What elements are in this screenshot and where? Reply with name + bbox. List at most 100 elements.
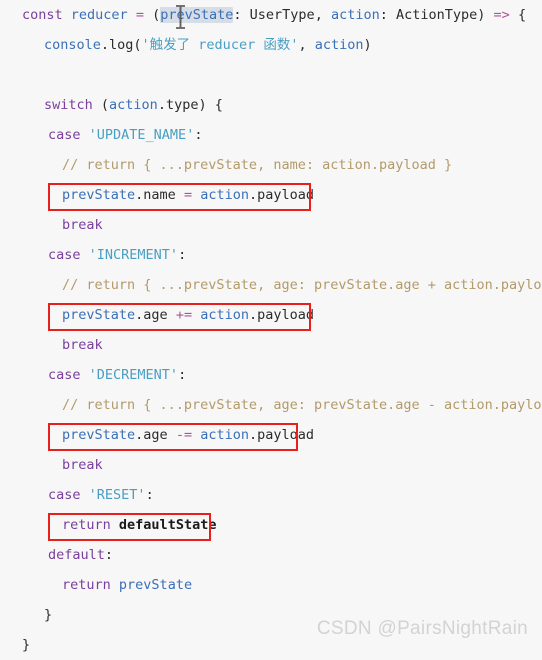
code-token: => bbox=[493, 7, 510, 23]
code-token: } bbox=[22, 637, 31, 653]
code-token: case bbox=[48, 127, 81, 143]
code-token: defaultState bbox=[118, 517, 217, 533]
code-token: prevState bbox=[62, 307, 136, 323]
code-token: : bbox=[104, 547, 114, 563]
code-editor-pane[interactable]: const reducer = (prevState: UserType, ac… bbox=[0, 0, 542, 658]
code-token: : bbox=[194, 127, 203, 143]
code-token: case bbox=[48, 247, 81, 263]
code-line[interactable]: // return { ...prevState, age: prevState… bbox=[0, 390, 542, 420]
code-token: break bbox=[62, 337, 103, 353]
code-token: ) bbox=[363, 37, 372, 53]
code-token: action bbox=[200, 427, 249, 443]
code-line[interactable]: return prevState bbox=[0, 570, 542, 600]
code-token: : bbox=[233, 7, 250, 23]
code-token: 'UPDATE_NAME' bbox=[88, 127, 195, 143]
code-token: return bbox=[62, 517, 111, 533]
code-token: // return { ...prevState, name: action.p… bbox=[62, 157, 453, 173]
code-token: : bbox=[145, 487, 154, 503]
code-token: prevState bbox=[62, 187, 136, 203]
code-line[interactable]: case 'INCREMENT': bbox=[0, 240, 542, 270]
code-line[interactable]: default: bbox=[0, 540, 542, 570]
code-token: 'INCREMENT' bbox=[88, 247, 179, 263]
code-token: .age bbox=[135, 427, 168, 443]
code-token: action bbox=[330, 7, 380, 23]
code-token: .name bbox=[135, 187, 176, 203]
code-token: ) { bbox=[198, 97, 223, 113]
code-token: -= bbox=[175, 427, 193, 443]
code-token: } bbox=[44, 607, 53, 623]
code-line[interactable]: case 'RESET': bbox=[0, 480, 542, 510]
code-token: .log( bbox=[100, 37, 142, 53]
code-token: case bbox=[48, 487, 81, 503]
code-token: = bbox=[135, 7, 144, 23]
code-token: = bbox=[183, 187, 193, 203]
code-token: // return { ...prevState, age: prevState… bbox=[62, 277, 542, 293]
code-line[interactable]: break bbox=[0, 330, 542, 360]
code-line[interactable]: prevState.name = action.payload bbox=[0, 180, 542, 210]
code-token: break bbox=[62, 217, 103, 233]
code-token: default bbox=[48, 547, 105, 563]
code-line[interactable]: // return { ...prevState, name: action.p… bbox=[0, 150, 542, 180]
code-line[interactable]: switch (action.type) { bbox=[0, 90, 542, 120]
code-token: 'RESET' bbox=[88, 487, 146, 503]
code-line[interactable]: prevState.age -= action.payload bbox=[0, 420, 542, 450]
code-token: reducer bbox=[70, 7, 128, 23]
code-token: : bbox=[379, 7, 396, 23]
code-token: , bbox=[314, 7, 331, 23]
code-line[interactable]: prevState.age += action.payload bbox=[0, 300, 542, 330]
code-line[interactable]: console.log('触发了 reducer 函数', action) bbox=[0, 30, 542, 60]
code-line[interactable]: return defaultState bbox=[0, 510, 542, 540]
code-token: prevState bbox=[160, 7, 234, 23]
code-line[interactable]: break bbox=[0, 450, 542, 480]
code-token: ActionType bbox=[396, 7, 478, 23]
code-token: console bbox=[44, 37, 101, 53]
code-token: ( bbox=[143, 7, 161, 23]
code-line[interactable]: case 'UPDATE_NAME': bbox=[0, 120, 542, 150]
code-token: : bbox=[178, 367, 187, 383]
code-line[interactable]: break bbox=[0, 210, 542, 240]
code-token: switch bbox=[44, 97, 93, 113]
code-token: prevState bbox=[62, 427, 136, 443]
csdn-watermark: CSDN @PairsNightRain bbox=[316, 618, 528, 639]
code-token: prevState bbox=[118, 577, 193, 593]
code-token: UserType bbox=[249, 7, 315, 23]
code-lines-container: const reducer = (prevState: UserType, ac… bbox=[0, 0, 542, 660]
code-token: { bbox=[509, 7, 527, 23]
code-token: ( bbox=[92, 97, 110, 113]
code-token: return bbox=[62, 577, 111, 593]
code-token: , bbox=[298, 37, 315, 53]
code-token: 'DECREMENT' bbox=[88, 367, 179, 383]
code-line[interactable] bbox=[0, 60, 542, 90]
code-token: '触发了 reducer 函数' bbox=[141, 37, 299, 53]
code-token: ) bbox=[477, 7, 494, 23]
code-token: .payload bbox=[249, 427, 315, 443]
code-line[interactable]: const reducer = (prevState: UserType, ac… bbox=[0, 0, 542, 30]
code-token: .age bbox=[135, 307, 168, 323]
code-line[interactable]: case 'DECREMENT': bbox=[0, 360, 542, 390]
code-token: action bbox=[314, 37, 364, 53]
code-token: case bbox=[48, 367, 81, 383]
code-token: action bbox=[200, 187, 249, 203]
code-token: += bbox=[175, 307, 193, 323]
code-token: .type bbox=[157, 97, 199, 113]
code-token: .payload bbox=[249, 307, 315, 323]
code-token: action bbox=[109, 97, 158, 113]
code-token: : bbox=[178, 247, 187, 263]
code-line[interactable]: // return { ...prevState, age: prevState… bbox=[0, 270, 542, 300]
code-token: const bbox=[22, 7, 63, 23]
code-token: action bbox=[200, 307, 249, 323]
code-token: // return { ...prevState, age: prevState… bbox=[62, 397, 542, 413]
